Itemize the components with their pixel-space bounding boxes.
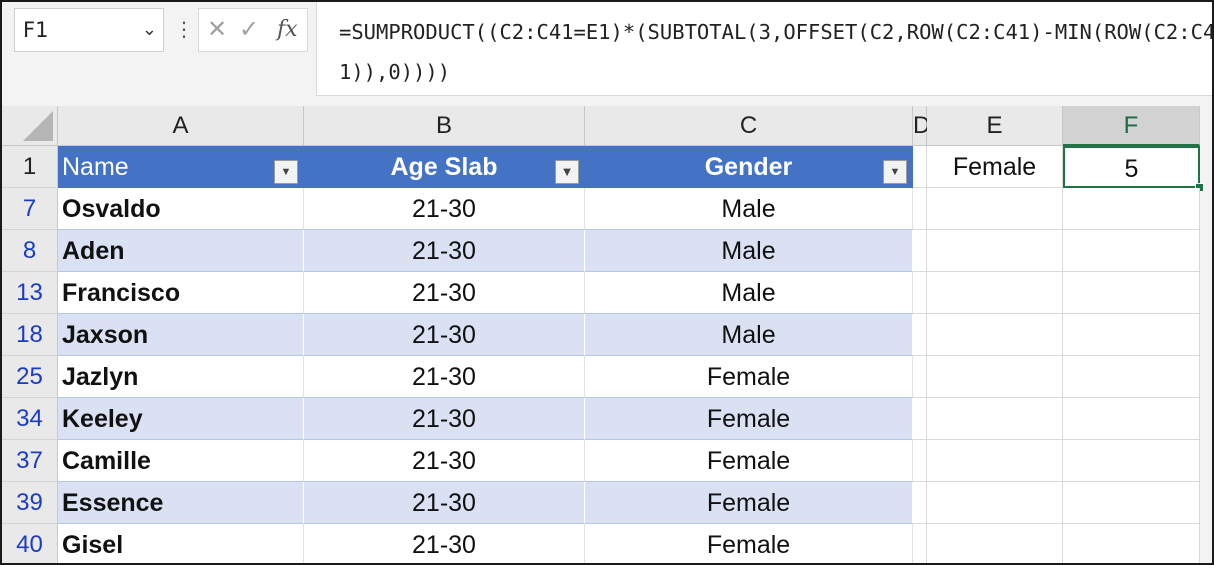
table-cell-gender[interactable]: Female [585,440,913,482]
row-header[interactable]: 34 [2,398,58,440]
table-cell-name[interactable]: Francisco [58,272,304,314]
excel-window: F1 ⌄ ⋮ ✕ ✓ fx =SUMPRODUCT((C2:C41=E1)*(S… [0,0,1214,565]
empty-cell[interactable] [913,440,927,482]
table-cell-age[interactable]: 21-30 [304,482,585,524]
table-header-age-slab[interactable]: Age Slab ▼ [304,146,585,188]
table-cell-name[interactable]: Jaxson [58,314,304,356]
empty-cell[interactable] [913,356,927,398]
formula-input[interactable]: =SUMPRODUCT((C2:C41=E1)*(SUBTOTAL(3,OFFS… [316,2,1212,96]
table-cell-gender[interactable]: Male [585,230,913,272]
empty-cell[interactable] [927,356,1063,398]
empty-cell[interactable] [927,524,1063,563]
table-cell-age[interactable]: 21-30 [304,440,585,482]
table-header-label: Age Slab [390,153,498,181]
table-cell-name[interactable]: Camille [58,440,304,482]
table-cell-age[interactable]: 21-30 [304,272,585,314]
table-cell-gender[interactable]: Female [585,524,913,563]
column-header-d[interactable]: D [913,106,930,146]
empty-cell[interactable] [1063,440,1200,482]
empty-cell[interactable] [927,398,1063,440]
empty-cell[interactable] [1063,482,1200,524]
row-header[interactable]: 40 [2,524,58,563]
row-header[interactable]: 25 [2,356,58,398]
table-cell-name[interactable]: Keeley [58,398,304,440]
empty-cell[interactable] [913,314,927,356]
worksheet-grid: A B C D E F 1 Name ▼ Age Slab ▼ Gender ▼ Female 5 7 Osva… [2,106,1212,563]
empty-cell[interactable] [927,272,1063,314]
table-header-gender[interactable]: Gender ▼ [585,146,913,188]
empty-cell[interactable] [913,398,927,440]
table-cell-age[interactable]: 21-30 [304,398,585,440]
empty-cell[interactable] [913,146,927,188]
table-cell-age[interactable]: 21-30 [304,524,585,563]
table-cell-gender[interactable]: Female [585,356,913,398]
select-all-triangle-icon [23,111,53,141]
name-box-value: F1 [23,18,49,42]
row-header[interactable]: 37 [2,440,58,482]
name-box[interactable]: F1 ⌄ [14,8,164,52]
column-header-a[interactable]: A [58,106,304,146]
table-header-label: Gender [704,153,793,181]
column-header-c[interactable]: C [585,106,913,146]
empty-cell[interactable] [1063,398,1200,440]
check-mark-icon[interactable]: ✓ [239,15,259,43]
empty-cell[interactable] [913,272,927,314]
table-cell-gender[interactable]: Female [585,398,913,440]
table-cell-age[interactable]: 21-30 [304,314,585,356]
table-cell-gender[interactable]: Male [585,188,913,230]
table-cell-age[interactable]: 21-30 [304,230,585,272]
table-cell-name[interactable]: Gisel [58,524,304,563]
filter-dropdown-icon[interactable]: ▼ [274,160,298,184]
filter-applied-icon[interactable]: ▼ [555,160,579,184]
table-cell-name[interactable]: Aden [58,230,304,272]
table-cell-gender[interactable]: Female [585,482,913,524]
select-all-corner[interactable] [2,106,58,146]
result-cell[interactable]: 5 [1063,146,1200,188]
empty-cell[interactable] [927,440,1063,482]
filter-dropdown-icon[interactable]: ▼ [883,160,907,184]
empty-cell[interactable] [1063,272,1200,314]
empty-cell[interactable] [927,314,1063,356]
column-header-f[interactable]: F [1063,106,1200,146]
table-header-label: Name [62,153,129,181]
table-cell-name[interactable]: Essence [58,482,304,524]
empty-cell[interactable] [913,482,927,524]
column-header-e[interactable]: E [927,106,1063,146]
cancel-icon[interactable]: ✕ [207,15,227,43]
empty-cell[interactable] [913,188,927,230]
formula-buttons: ✕ ✓ fx [198,8,308,52]
row-header[interactable]: 13 [2,272,58,314]
table-cell-age[interactable]: 21-30 [304,188,585,230]
insert-function-icon[interactable]: fx [277,17,298,42]
row-header[interactable]: 18 [2,314,58,356]
empty-cell[interactable] [927,482,1063,524]
empty-cell[interactable] [1063,188,1200,230]
table-header-name[interactable]: Name ▼ [58,146,304,188]
row-header[interactable]: 39 [2,482,58,524]
empty-cell[interactable] [1063,314,1200,356]
chevron-down-icon[interactable]: ⌄ [142,9,157,51]
empty-cell[interactable] [913,524,927,563]
empty-cell[interactable] [913,230,927,272]
row-header[interactable]: 7 [2,188,58,230]
row-header[interactable]: 8 [2,230,58,272]
table-cell-age[interactable]: 21-30 [304,356,585,398]
table-cell-gender[interactable]: Male [585,272,913,314]
empty-cell[interactable] [1063,524,1200,563]
empty-cell[interactable] [1063,356,1200,398]
table-cell-name[interactable]: Osvaldo [58,188,304,230]
empty-cell[interactable] [1063,230,1200,272]
empty-cell[interactable] [927,230,1063,272]
table-cell-name[interactable]: Jazlyn [58,356,304,398]
criteria-cell[interactable]: Female [927,146,1063,188]
empty-cell[interactable] [927,188,1063,230]
column-header-b[interactable]: B [304,106,585,146]
row-header[interactable]: 1 [2,146,58,188]
table-cell-gender[interactable]: Male [585,314,913,356]
vertical-ellipsis-icon[interactable]: ⋮ [174,14,194,44]
